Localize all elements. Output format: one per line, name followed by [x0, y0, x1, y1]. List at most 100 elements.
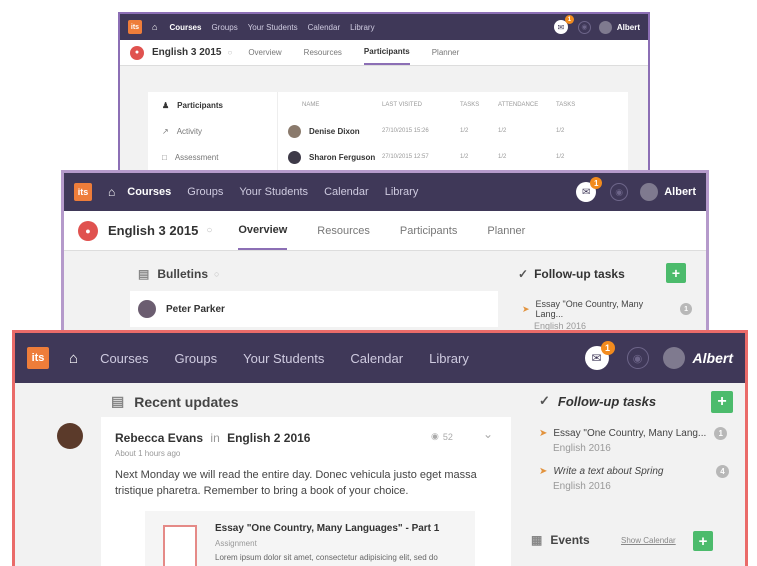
tab-overview[interactable]: Overview: [248, 41, 281, 65]
mail-icon[interactable]: ✉ 1: [553, 15, 574, 34]
attachment-title[interactable]: Essay "One Country, Many Languages" - Pa…: [215, 523, 439, 534]
task-course: English 2016: [553, 443, 611, 454]
mail-icon[interactable]: ✉ 1: [576, 177, 603, 202]
nav-your-students[interactable]: Your Students: [248, 23, 298, 32]
home-icon[interactable]: ⌂: [152, 22, 157, 32]
chevron-down-icon[interactable]: ⌄: [483, 427, 493, 441]
bell-icon[interactable]: ◉: [626, 347, 649, 369]
course-bar: ● English 3 2015 ○ Overview Resources Pa…: [120, 40, 648, 66]
info-icon[interactable]: ○: [227, 48, 232, 57]
top-nav: its ⌂ Courses Groups Your Students Calen…: [64, 173, 706, 211]
col-attendance[interactable]: ATTENDANCE: [498, 102, 556, 108]
bulletin-card[interactable]: Peter Parker: [130, 291, 498, 327]
avatar[interactable]: [57, 423, 83, 449]
participant-name[interactable]: Denise Dixon: [309, 127, 360, 136]
add-task-button[interactable]: +: [711, 391, 733, 413]
nav-library[interactable]: Library: [429, 351, 469, 366]
nav-your-students[interactable]: Your Students: [239, 186, 308, 198]
task-title[interactable]: Write a text about Spring: [553, 466, 663, 477]
tab-participants[interactable]: Participants: [363, 41, 410, 65]
tab-planner[interactable]: Planner: [432, 41, 460, 65]
task-item[interactable]: ➤ Essay "One Country, Many Lang... 1 Eng…: [539, 427, 729, 454]
side-menu-assessment[interactable]: □ Assessment: [148, 144, 277, 170]
task-item[interactable]: ➤ Write a text about Spring 4 English 20…: [539, 465, 729, 492]
events-header: ▦ Events: [531, 533, 590, 547]
attachment-type: Assignment: [215, 539, 257, 548]
side-menu-participants[interactable]: ♟ Participants: [148, 92, 277, 118]
post-views: ◉ 52: [431, 431, 453, 442]
post-in: in: [210, 431, 220, 445]
avatar[interactable]: [598, 20, 612, 34]
attendance-value: 1/2: [498, 128, 507, 134]
tasks-value: 1/2: [460, 128, 469, 134]
nav-courses[interactable]: Courses: [127, 186, 171, 198]
home-icon[interactable]: ⌂: [108, 185, 115, 199]
pin-icon: ➤: [539, 428, 548, 439]
col-last-visited[interactable]: LAST VISITED: [382, 102, 460, 108]
tab-planner[interactable]: Planner: [487, 212, 525, 250]
nav-library[interactable]: Library: [350, 23, 374, 32]
bell-icon[interactable]: ◉: [610, 183, 629, 201]
task-item[interactable]: ➤ Essay "One Country, Many Lang... 1 Eng…: [522, 299, 692, 331]
user-name[interactable]: Albert: [617, 23, 640, 32]
tab-overview[interactable]: Overview: [238, 212, 288, 250]
post-course[interactable]: English 2 2016: [227, 431, 310, 445]
show-calendar-link[interactable]: Show Calendar: [621, 536, 676, 545]
tab-resources[interactable]: Resources: [304, 41, 342, 65]
nav-groups[interactable]: Groups: [174, 351, 217, 366]
nav-calendar[interactable]: Calendar: [324, 186, 369, 198]
course-icon: ●: [130, 45, 144, 60]
table-row[interactable]: Sharon Ferguson 27/10/2015 12:57 1/2 1/2…: [288, 144, 628, 170]
table-row[interactable]: Denise Dixon 27/10/2015 15:26 1/2 1/2 1/…: [288, 118, 628, 144]
tab-participants[interactable]: Participants: [400, 212, 457, 250]
nav-calendar[interactable]: Calendar: [308, 23, 340, 32]
mail-icon[interactable]: ✉ 1: [584, 341, 615, 370]
add-event-button[interactable]: +: [693, 531, 713, 551]
nav-groups[interactable]: Groups: [211, 23, 237, 32]
attendance-value: 1/2: [498, 154, 507, 160]
nav-your-students[interactable]: Your Students: [243, 351, 324, 366]
task-title[interactable]: Essay "One Country, Many Lang...: [553, 428, 706, 439]
nav-courses[interactable]: Courses: [100, 351, 148, 366]
post-author[interactable]: Rebecca Evans: [115, 431, 203, 445]
its-logo[interactable]: its: [74, 183, 92, 201]
task-course: English 2016: [553, 481, 611, 492]
mail-badge: 1: [590, 177, 603, 189]
user-name[interactable]: Albert: [693, 350, 733, 366]
avatar[interactable]: [640, 183, 659, 201]
followup-header: ✓ Follow-up tasks: [518, 267, 625, 281]
participant-name[interactable]: Sharon Ferguson: [309, 153, 375, 162]
bulletin-author[interactable]: Peter Parker: [166, 304, 225, 315]
nav-groups[interactable]: Groups: [187, 186, 223, 198]
nav-calendar[interactable]: Calendar: [350, 351, 403, 366]
bell-icon[interactable]: ◉: [577, 20, 591, 34]
col-tasks-2[interactable]: TASKS: [556, 102, 575, 108]
info-icon[interactable]: ○: [214, 269, 219, 279]
tab-resources[interactable]: Resources: [317, 212, 370, 250]
post-body: Next Monday we will read the entire day.…: [115, 469, 477, 497]
nav-library[interactable]: Library: [385, 186, 419, 198]
avatar: [288, 124, 301, 138]
avatar[interactable]: [662, 347, 685, 369]
nav-courses[interactable]: Courses: [169, 23, 201, 32]
user-name[interactable]: Albert: [664, 186, 696, 198]
col-name[interactable]: NAME: [288, 102, 382, 108]
info-icon[interactable]: ○: [206, 225, 212, 236]
side-menu-activity[interactable]: ↗ Activity: [148, 118, 277, 144]
tasks-value: 1/2: [460, 154, 469, 160]
its-logo[interactable]: its: [27, 347, 49, 369]
its-logo[interactable]: its: [128, 20, 142, 34]
events-title: Events: [550, 533, 590, 547]
check-icon: ✓: [518, 267, 529, 281]
window-recent-updates: its ⌂ Courses Groups Your Students Calen…: [12, 330, 748, 566]
post-card: Rebecca Evans in English 2 2016 About 1 …: [101, 417, 511, 566]
newspaper-icon: ▤: [111, 393, 125, 409]
col-tasks[interactable]: TASKS: [460, 102, 498, 108]
add-task-button[interactable]: +: [666, 263, 686, 283]
task-title[interactable]: Essay "One Country, Many Lang...: [536, 299, 673, 319]
side-menu: ♟ Participants ↗ Activity □ Assessment: [148, 92, 278, 172]
task-count: 4: [716, 465, 729, 478]
attachment-card[interactable]: Essay "One Country, Many Languages" - Pa…: [145, 511, 475, 566]
side-menu-label: Activity: [176, 126, 203, 136]
home-icon[interactable]: ⌂: [69, 350, 78, 367]
